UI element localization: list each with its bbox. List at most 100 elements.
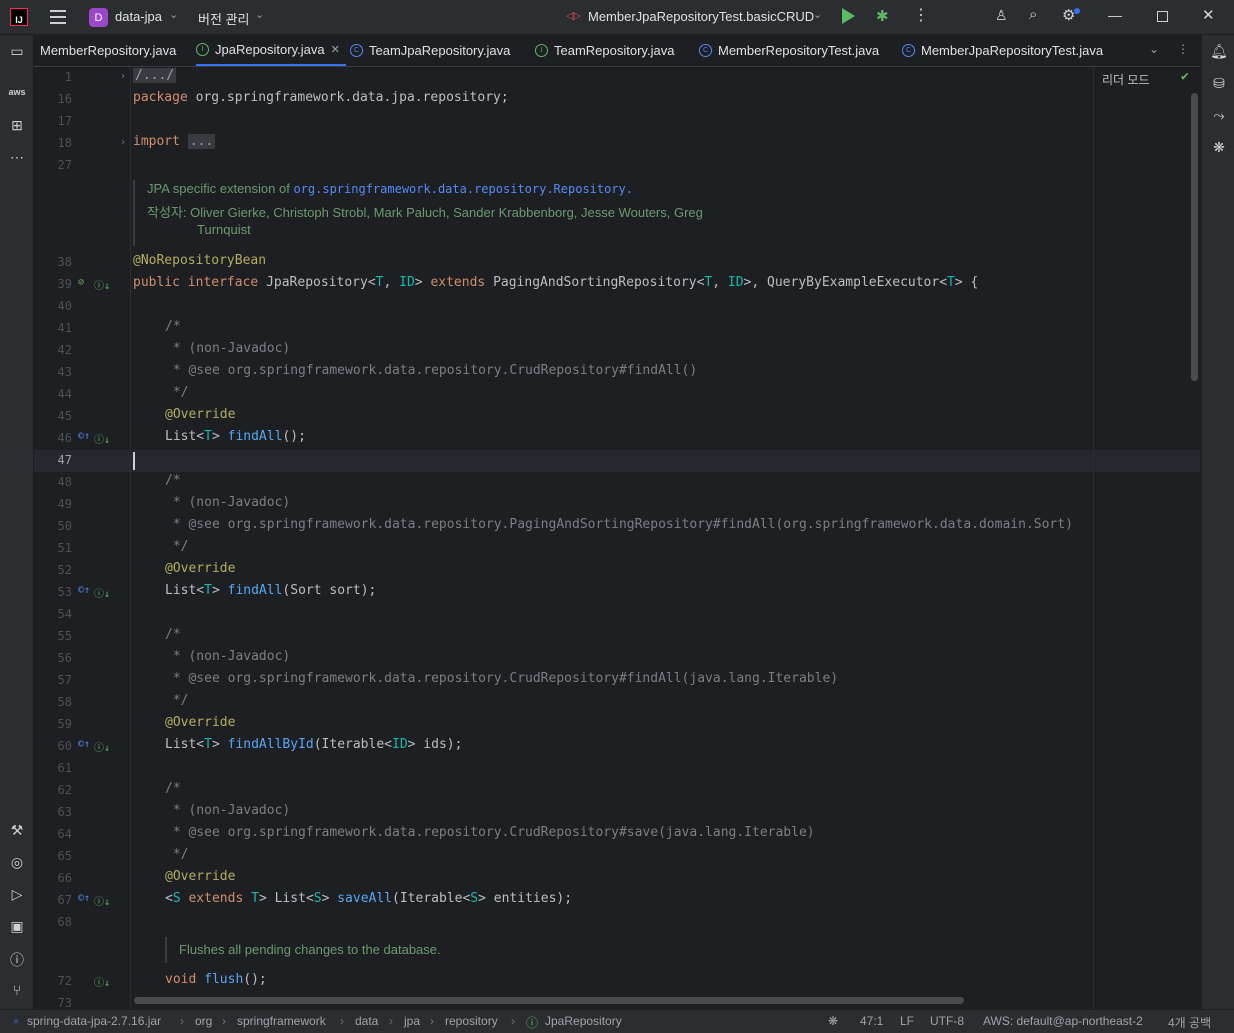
breadcrumb-item[interactable]: repository	[445, 1014, 498, 1028]
tab-team-jpa-repository[interactable]: C TeamJpaRepository.java	[350, 35, 510, 66]
ai-assistant-icon[interactable]: ❋	[1209, 139, 1229, 156]
services-icon[interactable]: ◎	[7, 854, 27, 871]
doc-link[interactable]: org.springframework.data.repository.Repo…	[293, 182, 633, 196]
line-number: 42	[57, 343, 72, 357]
fold-chevron-icon[interactable]: ›	[120, 137, 126, 148]
implemented-down-icon[interactable]: ⓘ↓	[94, 431, 110, 446]
code-line: * @see org.springframework.data.reposito…	[165, 671, 839, 686]
breadcrumb-separator-icon: ›	[389, 1014, 393, 1028]
maximize-icon[interactable]	[1157, 11, 1168, 22]
code-line: List<T> findAllById(Iterable<ID> ids);	[165, 737, 463, 752]
breadcrumb-item[interactable]: jpa	[404, 1014, 420, 1028]
code-line: @Override	[165, 407, 236, 422]
ai-assistant-icon[interactable]: ❋	[828, 1014, 838, 1028]
chevron-down-icon[interactable]: ⌄	[813, 8, 822, 21]
code-line: List<T> findAll(Sort sort);	[165, 583, 377, 598]
breadcrumb-item[interactable]: data	[355, 1014, 378, 1028]
code-editor[interactable]: 1 16 17 18 27 38 39 40 41 42 43 44 45 46…	[34, 67, 1200, 1009]
horizontal-scrollbar[interactable]	[134, 997, 964, 1004]
line-separator[interactable]: LF	[900, 1014, 914, 1028]
run-tool-icon[interactable]: ▷	[7, 886, 27, 903]
code-line: */	[165, 385, 189, 400]
aws-profile[interactable]: AWS: default@ap-northeast-2	[983, 1014, 1143, 1028]
fold-chevron-icon[interactable]: ›	[120, 71, 126, 82]
overrides-up-icon[interactable]: ©↑	[78, 739, 90, 750]
run-icon[interactable]	[842, 8, 855, 24]
file-encoding[interactable]: UTF-8	[930, 1014, 964, 1028]
structure-icon[interactable]: ⊞	[7, 117, 27, 134]
tab-team-repository[interactable]: I TeamRepository.java	[535, 35, 674, 66]
chevron-down-icon[interactable]: ⌄	[255, 8, 264, 21]
folder-icon[interactable]: ▭	[7, 43, 27, 60]
terminal-icon[interactable]: ▣	[7, 918, 27, 935]
line-number: 72	[57, 974, 72, 988]
search-icon[interactable]: ⌕	[1029, 6, 1037, 23]
project-badge[interactable]: D	[89, 8, 108, 27]
more-tools-icon[interactable]: ⋯	[7, 149, 27, 166]
problems-icon[interactable]: ⓘ	[7, 950, 27, 970]
code-line: * (non-Javadoc)	[165, 341, 291, 356]
aws-icon[interactable]: aws	[7, 87, 27, 97]
tab-member-repository[interactable]: MemberRepository.java	[40, 35, 176, 66]
overrides-up-icon[interactable]: ©↑	[78, 585, 90, 596]
git-icon[interactable]: ⑂	[7, 982, 27, 998]
indent-setting[interactable]: 4개 공백	[1168, 1014, 1211, 1031]
breadcrumb-item[interactable]: org	[195, 1014, 212, 1028]
line-number: 48	[57, 475, 72, 489]
vertical-scrollbar[interactable]	[1191, 93, 1198, 381]
class-icon: C	[350, 44, 363, 57]
run-configuration-selector[interactable]: MemberJpaRepositoryTest.basicCRUD	[588, 9, 814, 24]
endpoints-icon[interactable]: ⤳	[1209, 107, 1229, 124]
implemented-down-icon[interactable]: ⓘ↓	[94, 585, 110, 600]
line-number: 44	[57, 387, 72, 401]
minimize-icon[interactable]: —	[1108, 7, 1122, 23]
chevron-down-icon[interactable]: ⌄	[169, 8, 178, 21]
database-icon[interactable]: ⛁	[1209, 75, 1229, 92]
implemented-down-icon[interactable]: ⓘ↓	[94, 277, 110, 292]
more-actions-icon[interactable]: ⋮	[913, 5, 929, 25]
code-line: * @see org.springframework.data.reposito…	[165, 825, 815, 840]
right-tool-strip: 🔔︎ ⛁ ⤳ ❋	[1201, 35, 1234, 1009]
line-number: 27	[57, 158, 72, 172]
line-number: 41	[57, 321, 72, 335]
breadcrumb-item[interactable]: spring-data-jpa-2.7.16.jar	[27, 1014, 161, 1028]
build-icon[interactable]: ⚒	[7, 822, 27, 839]
overrides-up-icon[interactable]: ©↑	[78, 893, 90, 904]
reader-mode-toggle[interactable]: 리더 모드	[1102, 71, 1150, 88]
implemented-down-icon[interactable]: ⓘ↓	[94, 974, 110, 989]
tab-jpa-repository[interactable]: I JpaRepository.java ✕	[196, 35, 346, 66]
code-line: List<T> findAll();	[165, 429, 306, 444]
folded-header[interactable]: /.../	[133, 68, 177, 83]
check-icon[interactable]: ✔	[1181, 69, 1189, 84]
tab-label: MemberRepositoryTest.java	[718, 43, 880, 58]
breadcrumb-item[interactable]: springframework	[237, 1014, 326, 1028]
notifications-icon[interactable]: 🔔︎	[1209, 43, 1229, 60]
caret-position[interactable]: 47:1	[860, 1014, 883, 1028]
more-actions-icon[interactable]: ⋮	[1177, 42, 1189, 56]
code-line: public interface JpaRepository<T, ID> ex…	[133, 275, 979, 290]
debug-icon[interactable]: ✱	[876, 7, 889, 25]
overrides-up-icon[interactable]: ©↑	[78, 431, 90, 442]
close-tab-icon[interactable]: ✕	[331, 43, 340, 56]
breadcrumb-separator-icon: ›	[222, 1014, 226, 1028]
breadcrumb-item[interactable]: JpaRepository	[545, 1014, 622, 1028]
code-with-me-icon[interactable]: ♙	[995, 7, 1008, 24]
code-line: */	[165, 847, 189, 862]
project-name[interactable]: data-jpa	[115, 9, 162, 24]
folded-imports[interactable]: ...	[187, 134, 216, 149]
line-number: 66	[57, 871, 72, 885]
main-menu-icon[interactable]	[50, 10, 66, 24]
chevron-down-icon[interactable]: ⌄	[1149, 42, 1159, 56]
line-number: 38	[57, 255, 72, 269]
bean-icon[interactable]: ⊘	[78, 277, 84, 288]
tab-member-jpa-repository-test[interactable]: C MemberJpaRepositoryTest.java	[902, 35, 1103, 66]
intellij-logo-icon[interactable]: IJ	[10, 8, 28, 26]
tab-member-repository-test[interactable]: C MemberRepositoryTest.java	[699, 35, 879, 66]
implemented-down-icon[interactable]: ⓘ↓	[94, 739, 110, 754]
code-line: <S extends T> List<S> saveAll(Iterable<S…	[165, 891, 573, 906]
implemented-down-icon[interactable]: ⓘ↓	[94, 893, 110, 908]
close-icon[interactable]: ✕	[1202, 6, 1215, 24]
breadcrumb-separator-icon: ›	[430, 1014, 434, 1028]
class-icon: C	[902, 44, 915, 57]
vcs-menu[interactable]: 버전 관리	[198, 9, 249, 28]
